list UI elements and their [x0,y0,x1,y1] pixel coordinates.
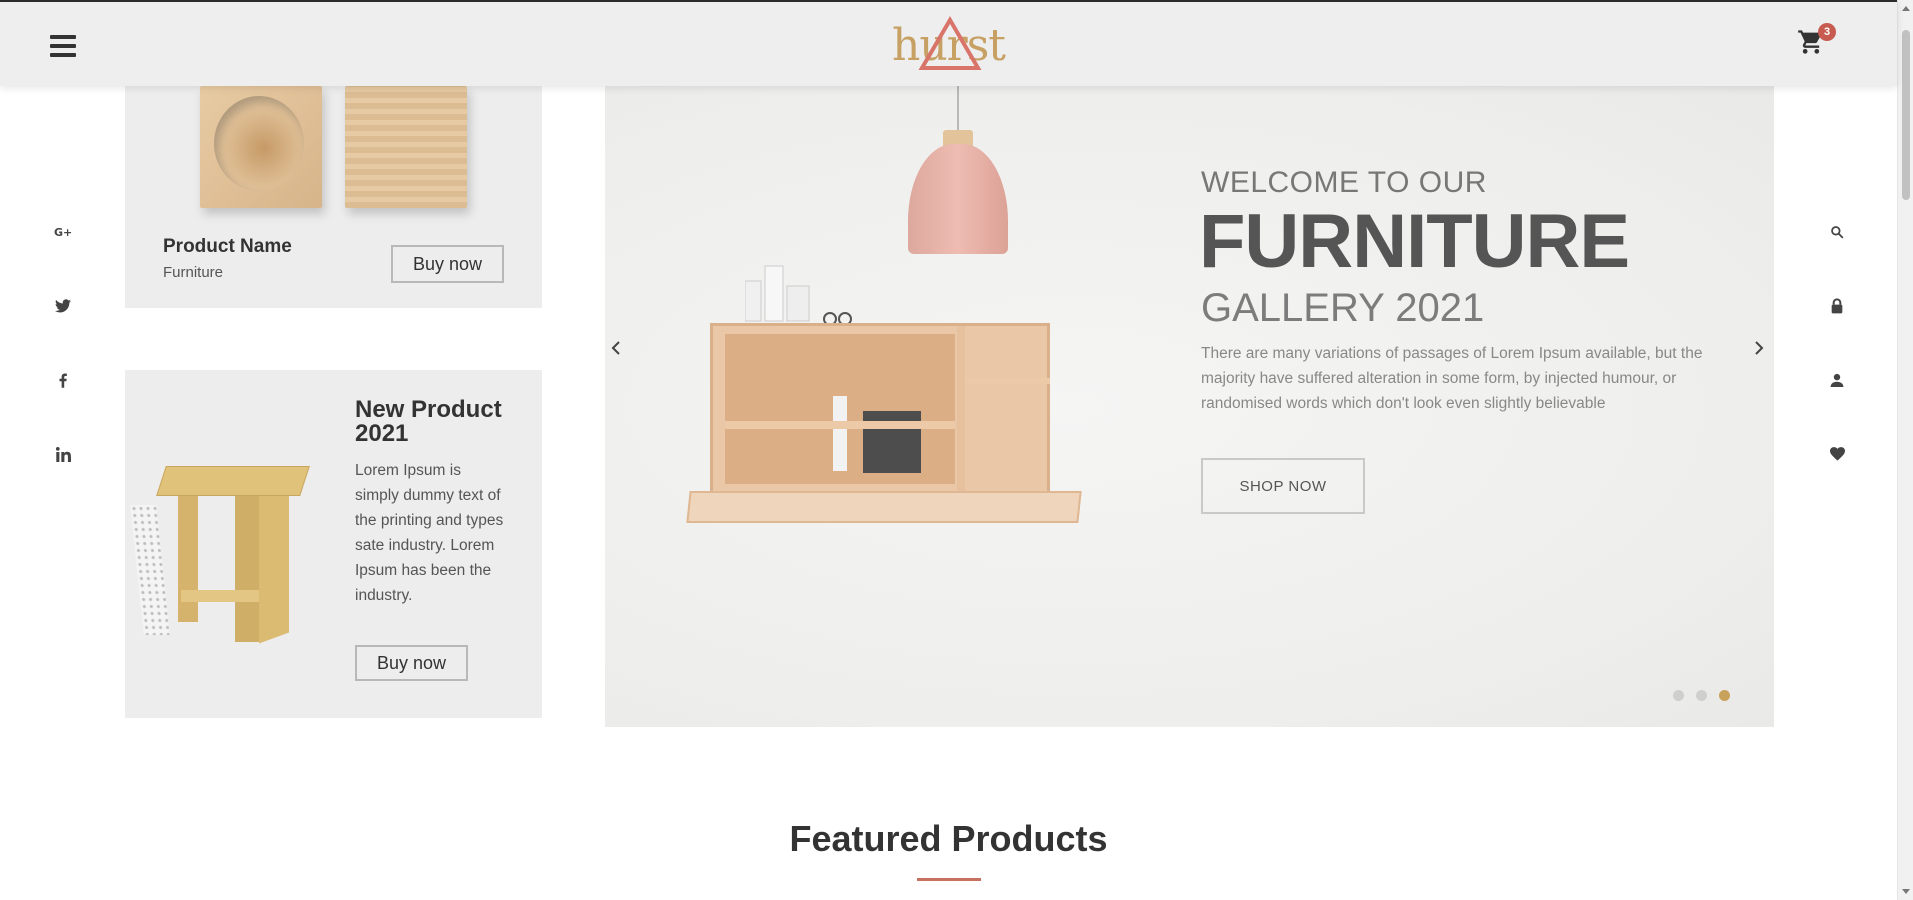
svg-text:G+: G+ [54,226,72,238]
slider-dot-2[interactable] [1696,690,1707,701]
hero-slider: WELCOME TO OUR FURNITURE GALLERY 2021 Th… [605,86,1774,727]
slider-dot-3[interactable] [1719,690,1730,701]
product-name: Product Name [163,236,292,257]
product-card-2: New Product 2021 Lorem Ipsum is simply d… [125,370,542,718]
lock-icon[interactable] [1825,294,1849,318]
top-header: hurst 3 [0,0,1897,86]
search-icon[interactable] [1825,220,1849,244]
product-card-1: Product Name Furniture Buy now [125,86,542,308]
slider-pagination [1673,690,1730,701]
cart-count-badge: 3 [1818,23,1836,41]
hamburger-menu-icon[interactable] [50,35,76,57]
brand-logo[interactable]: hurst [890,14,1010,74]
featured-products-heading: Featured Products [789,818,1108,859]
google-plus-icon[interactable]: G+ [51,220,75,244]
page-scrollbar[interactable] [1897,0,1913,900]
hero-headline: FURNITURE [1199,199,1630,284]
logo-triangle-icon [918,16,982,70]
buy-now-button[interactable]: Buy now [391,245,504,283]
product-image-block [345,86,467,208]
scroll-up-icon[interactable] [1902,6,1910,11]
buy-now-button[interactable]: Buy now [355,645,468,681]
heart-icon[interactable] [1825,442,1849,466]
twitter-icon[interactable] [51,294,75,318]
new-product-description: Lorem Ipsum is simply dummy text of the … [355,462,504,604]
cart-button[interactable]: 3 [1797,23,1837,64]
slider-dot-1[interactable] [1673,690,1684,701]
shop-now-button[interactable]: SHOP NOW [1201,458,1365,514]
product-category: Furniture [163,264,224,281]
scrollbar-thumb[interactable] [1902,30,1910,200]
facebook-icon[interactable] [51,368,75,392]
heading-underline [917,878,981,881]
user-icon[interactable] [1825,368,1849,392]
slider-prev-arrow-icon[interactable] [605,316,645,380]
hero-description: There are many variations of passages of… [1201,345,1703,412]
new-product-title: New Product 2021 [355,396,502,447]
hero-welcome-text: WELCOME TO OUR [1201,166,1487,199]
linkedin-icon[interactable] [51,442,75,466]
hero-subheadline: GALLERY 2021 [1201,286,1485,330]
scroll-down-icon[interactable] [1902,889,1910,894]
product-image-block-bowl [200,86,322,208]
slider-next-arrow-icon[interactable] [1734,316,1774,380]
